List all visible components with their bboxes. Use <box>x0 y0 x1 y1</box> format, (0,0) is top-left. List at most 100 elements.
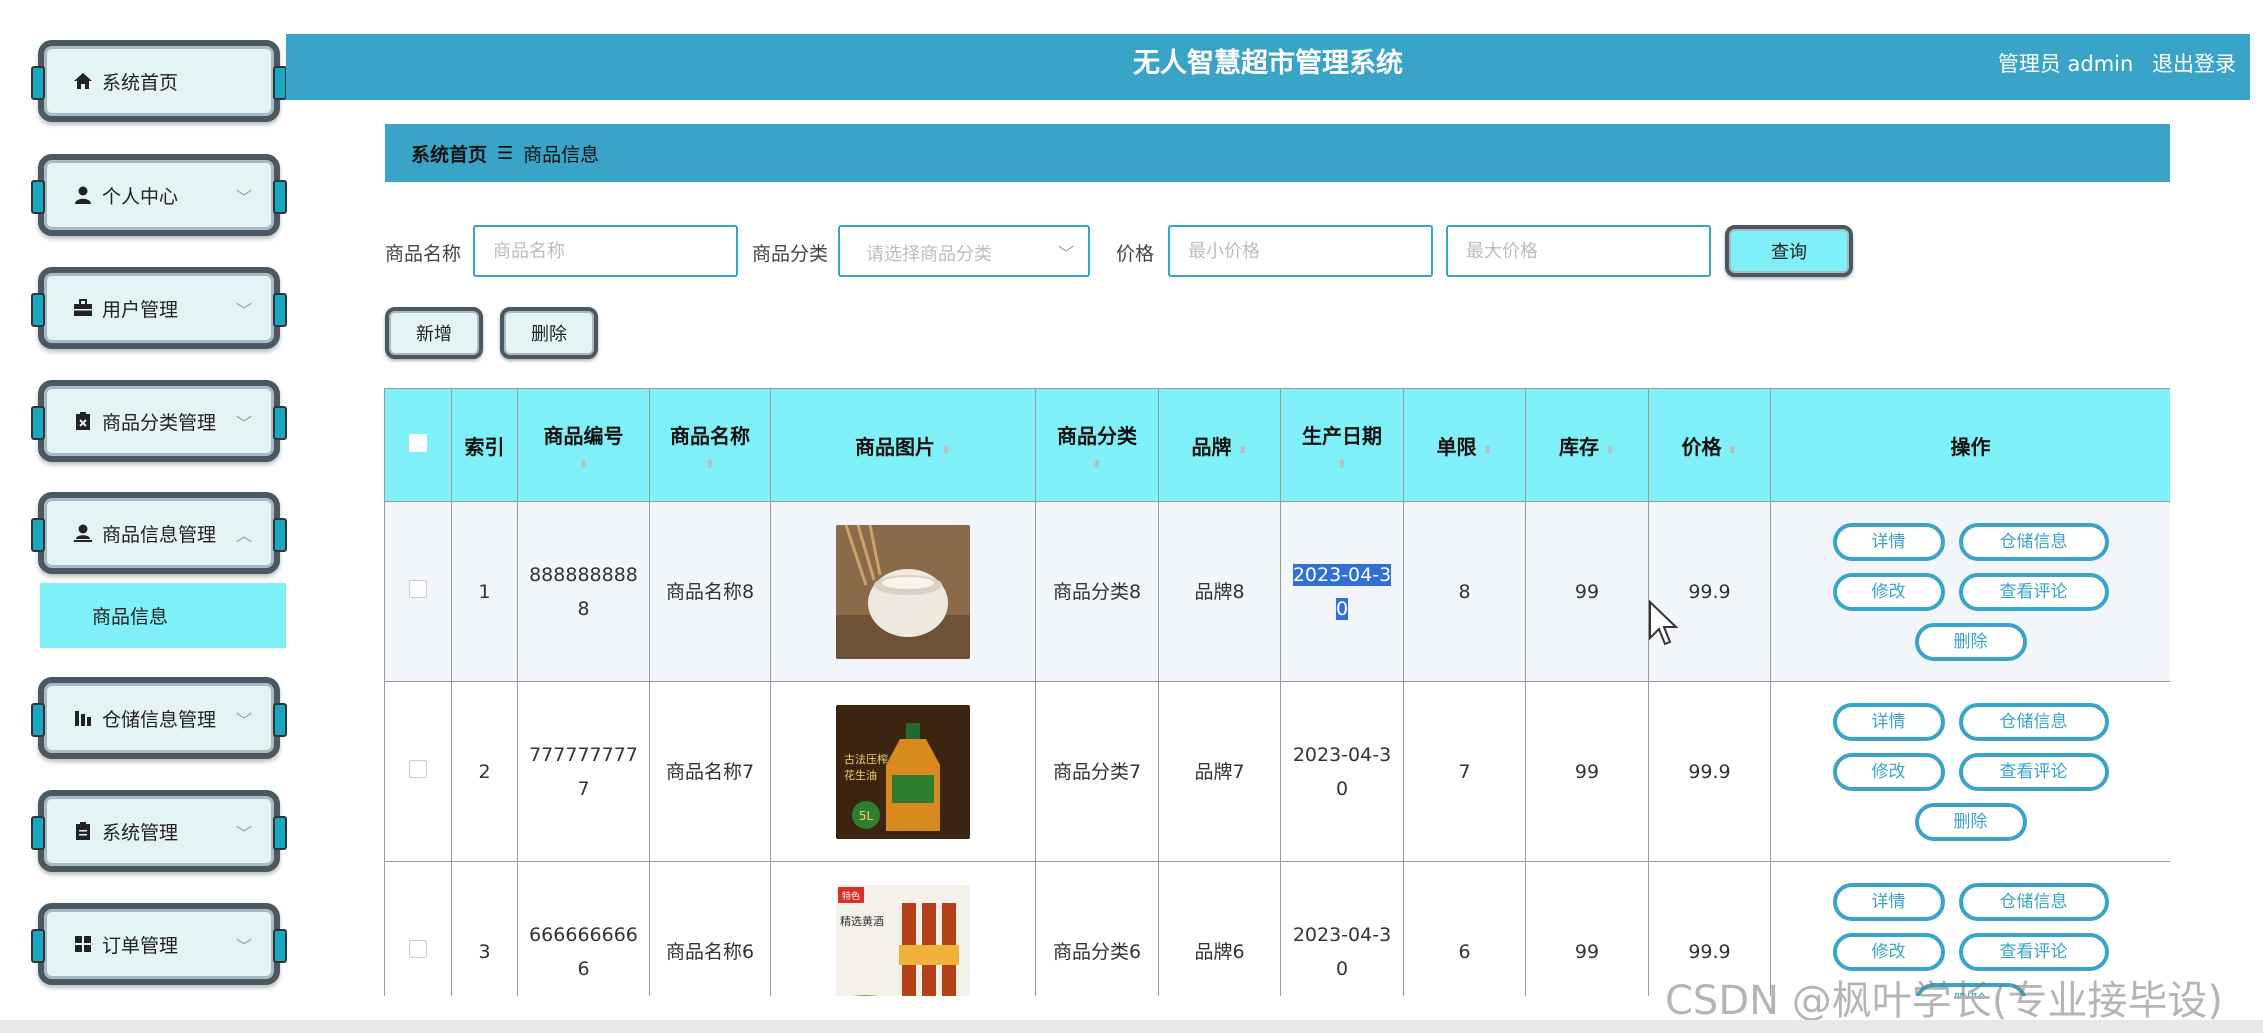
select-all-checkbox[interactable] <box>409 434 427 452</box>
cell-brand: 品牌6 <box>1158 861 1281 996</box>
header-limit[interactable]: 单限 ⬍ <box>1403 388 1526 502</box>
cell-brand: 品牌8 <box>1158 501 1281 682</box>
edit-button[interactable]: 修改 <box>1832 932 1945 971</box>
header-date[interactable]: 生产日期 ⬍ <box>1280 388 1404 502</box>
sort-icon[interactable]: ⬍ <box>1287 457 1397 471</box>
sidebar-item-category[interactable]: 商品分类管理 ﹀ <box>31 380 287 462</box>
sidebar-item-system[interactable]: 系统管理 ﹀ <box>31 790 287 872</box>
sort-icon[interactable]: ⬍ <box>1605 443 1615 457</box>
cell-index: 1 <box>451 501 518 682</box>
goods-name-label: 商品名称 <box>385 243 462 265</box>
cell-name: 商品名称8 <box>649 501 771 682</box>
bottom-scrollbar[interactable] <box>0 1020 2263 1033</box>
header-name[interactable]: 商品名称 ⬍ <box>649 388 771 502</box>
app-header: 无人智慧超市管理系统 管理员 admin 退出登录 <box>286 34 2250 100</box>
row-checkbox[interactable] <box>409 759 427 778</box>
add-button[interactable]: 新增 <box>385 307 483 359</box>
detail-button[interactable]: 详情 <box>1832 702 1945 741</box>
detail-button[interactable]: 详情 <box>1832 882 1945 921</box>
detail-button[interactable]: 详情 <box>1832 522 1945 561</box>
cell-image <box>770 501 1036 682</box>
sidebar-item-home[interactable]: 系统首页 <box>31 40 287 122</box>
delete-button[interactable]: 删除 <box>1914 622 2027 661</box>
svg-text:特色: 特色 <box>842 890 860 902</box>
sort-icon[interactable]: ⬍ <box>524 457 643 471</box>
sidebar-item-label: 个人中心 <box>102 185 179 208</box>
sort-icon[interactable]: ⬍ <box>1042 457 1152 471</box>
breadcrumb-home[interactable]: 系统首页 <box>411 140 487 167</box>
view-comments-button[interactable]: 查看评论 <box>1958 572 2109 611</box>
sidebar-subitem-goods-info[interactable]: 商品信息 <box>40 583 286 648</box>
delete-button[interactable]: 删除 <box>1914 802 2027 841</box>
brand-text: 品牌8 <box>1194 580 1245 603</box>
sidebar-item-orders[interactable]: 订单管理 ﹀ <box>31 903 287 985</box>
goods-category-label: 商品分类 <box>752 243 829 265</box>
sidebar-item-label: 订单管理 <box>102 934 179 957</box>
goods-name-input[interactable] <box>473 225 738 277</box>
query-button[interactable]: 查询 <box>1725 225 1853 277</box>
storage-info-button[interactable]: 仓储信息 <box>1958 882 2109 921</box>
storage-info-button[interactable]: 仓储信息 <box>1958 702 2109 741</box>
header-code[interactable]: 商品编号 ⬍ <box>517 388 650 502</box>
sort-icon[interactable]: ⬍ <box>656 457 764 471</box>
sidebar-item-personal[interactable]: 个人中心 ﹀ <box>31 154 287 236</box>
cell-name: 商品名称6 <box>649 861 771 996</box>
header-image[interactable]: 商品图片 ⬍ <box>770 388 1036 502</box>
cell-ops: 详情 仓储信息 修改 查看评论 删除 <box>1770 501 2170 682</box>
goods-category-select[interactable]: 请选择商品分类 ﹀ <box>838 225 1090 277</box>
chevron-up-icon: ︿ <box>235 526 252 545</box>
min-price-input[interactable] <box>1168 225 1433 277</box>
cell-limit: 6 <box>1403 861 1526 996</box>
table-row[interactable]: 2 7777777777 商品名称7 5L 古法压榨 花生油 商品分类7 品牌7… <box>384 681 2170 862</box>
sort-icon[interactable]: ⬍ <box>1237 443 1247 457</box>
breadcrumb: 系统首页 ☰ 商品信息 <box>385 124 2170 182</box>
cell-brand: 品牌7 <box>1158 681 1281 862</box>
cell-name: 商品名称7 <box>649 681 771 862</box>
sidebar-item-goods[interactable]: 商品信息管理 ︿ <box>31 492 287 574</box>
header-category[interactable]: 商品分类 ⬍ <box>1035 388 1159 502</box>
sort-icon[interactable]: ⬍ <box>941 443 951 457</box>
product-image-flour <box>836 524 970 659</box>
sidebar-item-storage[interactable]: 仓储信息管理 ﹀ <box>31 677 287 759</box>
goods-table-container: 索引 商品编号 ⬍ 商品名称 ⬍ 商品图片 ⬍ 商品分类 ⬍ 品牌 ⬍ 生产日期 ⬍ 单限 ⬍… <box>384 388 2170 996</box>
user-icon <box>72 184 94 206</box>
bar-chart-icon <box>72 707 94 729</box>
briefcase-icon <box>72 297 94 319</box>
sort-icon[interactable]: ⬍ <box>1727 443 1737 457</box>
cell-stock: 99 <box>1525 681 1649 862</box>
cell-image: 特色 精选黄酒 <box>770 861 1036 996</box>
cell-price: 99.9 <box>1648 681 1771 862</box>
row-checkbox[interactable] <box>409 579 427 598</box>
category-select-placeholder: 请选择商品分类 <box>866 244 992 265</box>
view-comments-button[interactable]: 查看评论 <box>1958 752 2109 791</box>
batch-delete-button[interactable]: 删除 <box>500 307 598 359</box>
logout-link[interactable]: 退出登录 <box>2152 52 2236 76</box>
row-checkbox[interactable] <box>409 939 427 958</box>
edit-button[interactable]: 修改 <box>1832 572 1945 611</box>
cell-stock: 99 <box>1525 501 1649 682</box>
header-stock[interactable]: 库存 ⬍ <box>1525 388 1649 502</box>
chevron-down-icon: ﹀ <box>235 824 252 843</box>
max-price-input[interactable] <box>1446 225 1711 277</box>
chevron-down-icon: ﹀ <box>1057 244 1074 263</box>
select-all-cell[interactable] <box>384 388 452 502</box>
table-row[interactable]: 1 8888888888 商品名称8 商品分类8 品牌8 2023-04-30 … <box>384 501 2170 682</box>
app-title: 无人智慧超市管理系统 <box>1133 48 1403 79</box>
current-user-label: 管理员 admin <box>1997 52 2134 76</box>
header-user-area: 管理员 admin 退出登录 <box>1986 34 2236 100</box>
cell-image: 5L 古法压榨 花生油 <box>770 681 1036 862</box>
mouse-cursor-icon <box>1648 599 1679 650</box>
sidebar-item-users[interactable]: 用户管理 ﹀ <box>31 267 287 349</box>
storage-info-button[interactable]: 仓储信息 <box>1958 522 2109 561</box>
chevron-down-icon: ﹀ <box>235 414 252 433</box>
header-brand[interactable]: 品牌 ⬍ <box>1158 388 1281 502</box>
header-ops: 操作 <box>1770 388 2170 502</box>
cell-limit: 7 <box>1403 681 1526 862</box>
view-comments-button[interactable]: 查看评论 <box>1958 932 2109 971</box>
header-price[interactable]: 价格 ⬍ <box>1648 388 1771 502</box>
svg-text:5L: 5L <box>859 809 874 823</box>
edit-button[interactable]: 修改 <box>1832 752 1945 791</box>
sidebar-item-label: 系统首页 <box>102 71 179 94</box>
sort-icon[interactable]: ⬍ <box>1482 443 1492 457</box>
cell-category: 商品分类6 <box>1035 861 1159 996</box>
